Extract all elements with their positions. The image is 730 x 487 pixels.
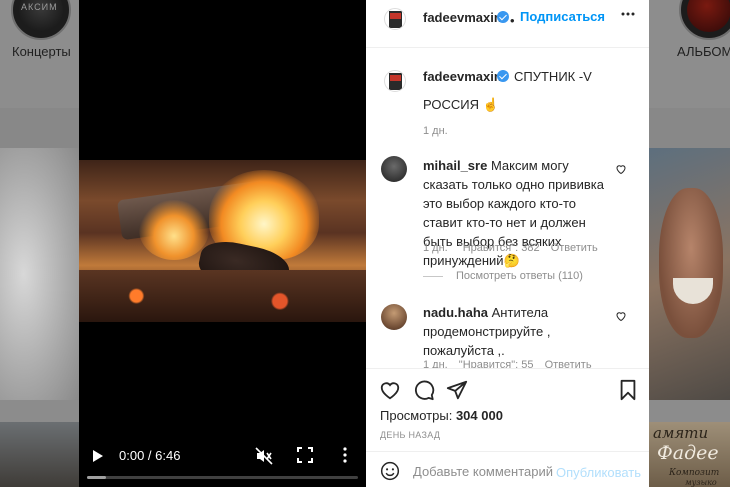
post-panel: fadeevmaxim • Подписаться fadeevmaxim СП…	[366, 0, 649, 487]
caption-line-2: РОССИЯ ☝	[423, 97, 499, 112]
tabs-bar-left	[0, 108, 79, 148]
views-value: 304 000	[455, 408, 503, 423]
grid-thumbnail-bottom-left[interactable]	[0, 422, 79, 487]
caption-age[interactable]: 1 дн.	[423, 125, 448, 137]
share-send-icon[interactable]	[446, 379, 468, 401]
post-actions: Просмотры: 304 000 ДЕНЬ НАЗАД Опубликова…	[366, 368, 649, 487]
thumb-text-2: Фадее	[657, 442, 719, 464]
video-progress-fill	[87, 476, 106, 479]
comment-bubble-icon[interactable]	[413, 379, 435, 401]
comment-meta: 1 дн. "Нравится": 382 Ответить	[423, 242, 598, 254]
comment-likes[interactable]: "Нравится": 382	[459, 242, 540, 254]
follow-button[interactable]: Подписаться	[520, 9, 605, 24]
comment-avatar[interactable]	[381, 156, 407, 182]
comment-text: nadu.haha Антитела продемонстрируйте , п…	[423, 303, 613, 360]
emoji-icon[interactable]	[380, 461, 400, 481]
highlight-label-concerts[interactable]: Концерты	[12, 44, 71, 59]
video-controls: 0:00 / 6:46	[79, 440, 366, 487]
video-player[interactable]: 0:00 / 6:46	[79, 0, 366, 487]
reply-button[interactable]: Ответить	[551, 242, 598, 254]
caption-username[interactable]: fadeevmaxim	[423, 69, 505, 84]
avatar[interactable]	[384, 8, 406, 30]
highlight-albums[interactable]	[679, 0, 730, 40]
grid-thumbnail-left[interactable]	[0, 148, 79, 400]
more-options-icon[interactable]	[337, 447, 353, 463]
video-progress-bar[interactable]	[87, 476, 358, 479]
grid-thumbnail-bottom-right[interactable]: амяти Фадее Композит музыко	[649, 422, 730, 487]
mute-icon[interactable]	[255, 447, 273, 465]
comment-avatar[interactable]	[381, 304, 407, 330]
caption-avatar[interactable]	[384, 70, 406, 92]
comment-username[interactable]: nadu.haha	[423, 305, 488, 320]
post-header: fadeevmaxim • Подписаться	[366, 0, 649, 48]
highlight-concerts[interactable]: АКСИМ	[11, 0, 71, 40]
comment-age[interactable]: 1 дн.	[423, 242, 448, 254]
thumb-text-4: музыко	[685, 478, 717, 487]
video-time: 0:00 / 6:46	[119, 448, 181, 463]
grid-thumbnail-right[interactable]	[649, 148, 730, 400]
thumb-text-1: амяти	[653, 424, 709, 442]
replies-divider	[423, 276, 443, 277]
close-icon[interactable]	[621, 7, 635, 26]
caption-line-1: СПУТНИК -V	[514, 69, 592, 84]
tabs-bar-right	[649, 108, 730, 148]
like-heart-icon[interactable]	[379, 379, 401, 401]
fullscreen-icon[interactable]	[297, 447, 313, 463]
add-comment-input[interactable]	[413, 460, 553, 482]
separator-dot: •	[510, 13, 515, 28]
views-count[interactable]: Просмотры: 304 000	[380, 408, 503, 423]
like-comment-icon[interactable]	[615, 310, 627, 322]
verified-icon	[497, 11, 509, 23]
header-username[interactable]: fadeevmaxim	[423, 10, 505, 25]
highlight-label-albums[interactable]: АЛЬБОМ	[677, 44, 730, 59]
views-label: Просмотры:	[380, 408, 453, 423]
publish-button[interactable]: Опубликовать	[556, 465, 641, 480]
comment-username[interactable]: mihail_sre	[423, 158, 487, 173]
thumb-text-3: Композит	[669, 468, 720, 478]
add-comment-row: Опубликовать	[366, 451, 649, 487]
highlight-thumb-text: АКСИМ	[21, 2, 58, 12]
bookmark-icon[interactable]	[617, 379, 639, 401]
verified-icon	[497, 70, 509, 82]
like-comment-icon[interactable]	[615, 163, 627, 175]
video-frame-fireplace[interactable]	[79, 160, 366, 322]
view-replies-button[interactable]: Посмотреть ответы (110)	[456, 270, 583, 282]
posted-ago[interactable]: ДЕНЬ НАЗАД	[380, 430, 440, 440]
play-icon[interactable]	[93, 450, 103, 462]
